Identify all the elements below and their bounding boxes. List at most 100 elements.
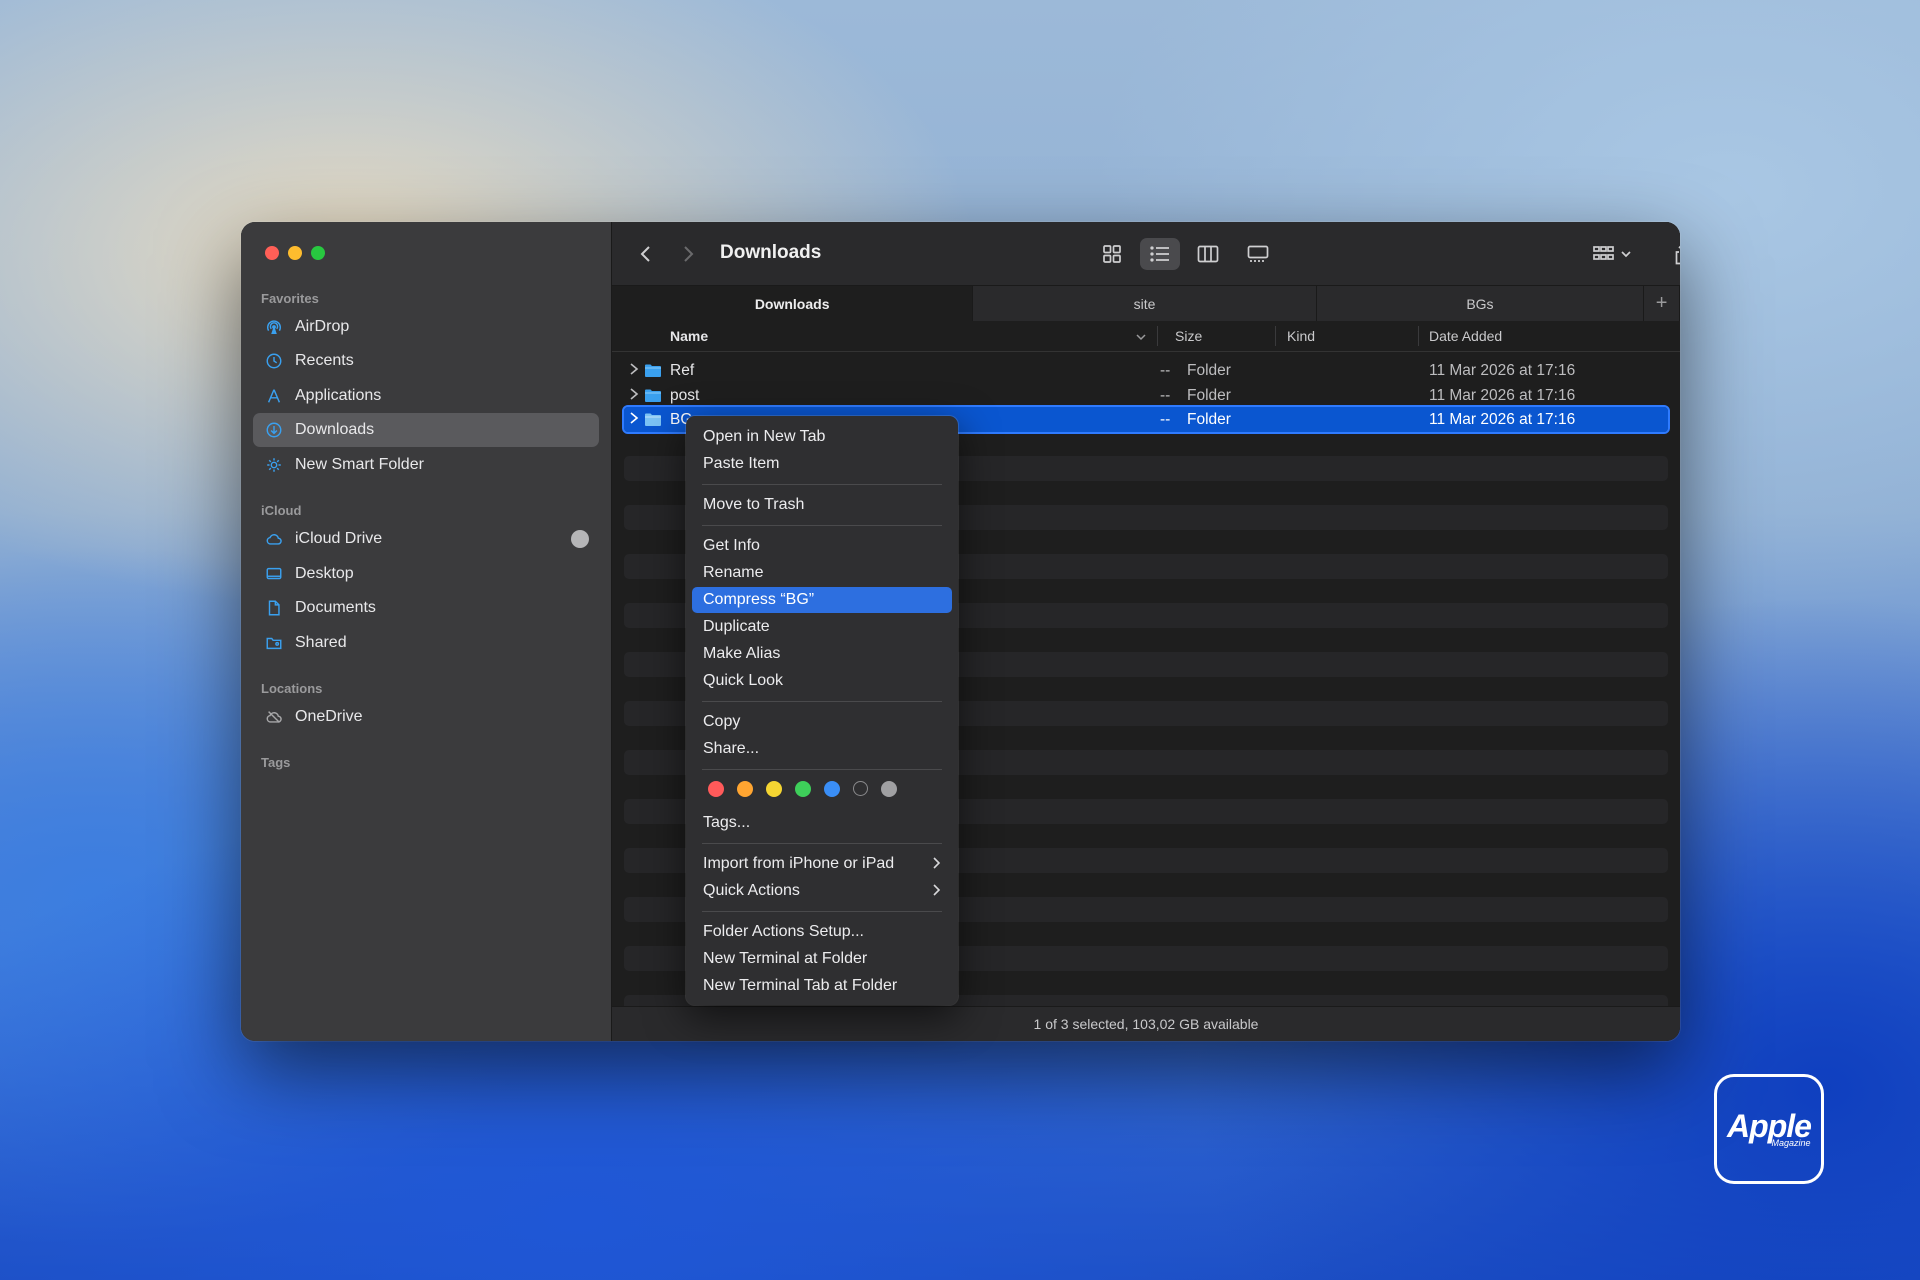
menu-item-share[interactable]: Share... — [692, 736, 952, 762]
menu-item-make-alias[interactable]: Make Alias — [692, 641, 952, 667]
group-grid-chevron-icon — [1593, 246, 1631, 260]
sidebar-item-label: New Smart Folder — [295, 456, 424, 473]
sidebar-item-label: Recents — [295, 352, 354, 369]
menu-item-quick-actions[interactable]: Quick Actions — [692, 878, 952, 904]
tag-none[interactable] — [853, 781, 868, 796]
sidebar: Favorites AirDrop Recents Applications D… — [241, 222, 612, 1041]
share-button[interactable] — [1668, 238, 1680, 270]
context-menu: Open in New Tab Paste Item Move to Trash… — [686, 416, 958, 1005]
menu-item-import-from-iphone[interactable]: Import from iPhone or iPad — [692, 851, 952, 877]
menu-item-compress[interactable]: Compress “BG” — [692, 587, 952, 613]
column-view-button[interactable] — [1192, 238, 1224, 270]
sidebar-item-new-smart-folder[interactable]: New Smart Folder — [253, 448, 599, 482]
file-date-added: 11 Mar 2026 at 17:16 — [1429, 411, 1576, 428]
new-tab-button[interactable]: + — [1644, 286, 1680, 321]
sidebar-item-label: OneDrive — [295, 708, 363, 725]
finder-window: Favorites AirDrop Recents Applications D… — [241, 222, 1680, 1041]
sidebar-item-applications[interactable]: Applications — [253, 379, 599, 413]
tab-bgs[interactable]: BGs — [1317, 286, 1645, 321]
tag-orange[interactable] — [737, 781, 753, 797]
menu-item-copy[interactable]: Copy — [692, 709, 952, 735]
zoom-button[interactable] — [311, 246, 325, 260]
menu-item-label: Import from iPhone or iPad — [703, 855, 895, 872]
clock-icon — [263, 350, 285, 372]
menu-item-open-in-new-tab[interactable]: Open in New Tab — [692, 424, 952, 450]
menu-item-new-terminal-at-folder[interactable]: New Terminal at Folder — [692, 946, 952, 972]
column-size[interactable]: Size — [1175, 328, 1202, 344]
icon-view-button[interactable] — [1096, 238, 1128, 270]
menu-item-label: Quick Actions — [703, 882, 800, 899]
file-kind: Folder — [1187, 386, 1231, 404]
sidebar-heading-tags: Tags — [261, 755, 291, 770]
folder-icon — [644, 412, 662, 432]
sidebar-item-desktop[interactable]: Desktop — [253, 557, 599, 591]
disclosure-chevron-icon[interactable] — [628, 411, 640, 430]
grid-icon — [1103, 245, 1121, 263]
sidebar-item-airdrop[interactable]: AirDrop — [253, 310, 599, 344]
sidebar-item-label: Shared — [295, 634, 347, 651]
tag-blue[interactable] — [824, 781, 840, 797]
sidebar-item-downloads[interactable]: Downloads — [253, 413, 599, 447]
window-controls — [265, 246, 325, 260]
tag-red[interactable] — [708, 781, 724, 797]
icloud-progress-indicator — [571, 530, 589, 548]
close-button[interactable] — [265, 246, 279, 260]
sidebar-item-label: Documents — [295, 599, 376, 616]
watermark-sub: Magazine — [1771, 1138, 1811, 1148]
menu-item-quick-look[interactable]: Quick Look — [692, 668, 952, 694]
sidebar-item-icloud-drive[interactable]: iCloud Drive — [253, 522, 599, 556]
file-kind: Folder — [1187, 362, 1231, 379]
gallery-icon — [1247, 245, 1269, 262]
forward-button[interactable] — [676, 242, 700, 266]
menu-item-new-terminal-tab-at-folder[interactable]: New Terminal Tab at Folder — [692, 973, 952, 999]
disclosure-chevron-icon[interactable] — [628, 387, 640, 406]
desktop-icon — [263, 563, 285, 585]
back-button[interactable] — [634, 242, 658, 266]
sidebar-item-recents[interactable]: Recents — [253, 344, 599, 378]
sidebar-heading-icloud: iCloud — [261, 503, 302, 518]
menu-item-duplicate[interactable]: Duplicate — [692, 614, 952, 640]
column-kind[interactable]: Kind — [1287, 328, 1315, 344]
column-date-added[interactable]: Date Added — [1429, 328, 1502, 344]
gallery-view-button[interactable] — [1242, 238, 1274, 270]
menu-item-rename[interactable]: Rename — [692, 560, 952, 586]
folder-icon — [644, 388, 662, 408]
sort-chevron-icon[interactable] — [1135, 329, 1147, 345]
list-view-button[interactable] — [1140, 238, 1180, 270]
airdrop-icon — [263, 316, 285, 338]
table-row[interactable]: post -- Folder 11 Mar 2026 at 17:16 — [624, 383, 1668, 408]
menu-item-tags[interactable]: Tags... — [692, 810, 952, 836]
file-name: Ref — [670, 362, 695, 379]
tag-gray[interactable] — [881, 781, 897, 797]
sidebar-item-shared[interactable]: Shared — [253, 626, 599, 660]
tab-site[interactable]: site — [973, 286, 1317, 321]
tab-downloads[interactable]: Downloads — [612, 286, 974, 321]
tag-green[interactable] — [795, 781, 811, 797]
sidebar-item-label: Applications — [295, 387, 382, 404]
disclosure-chevron-icon[interactable] — [628, 362, 640, 381]
sidebar-item-onedrive[interactable]: OneDrive — [253, 700, 599, 734]
menu-item-move-to-trash[interactable]: Move to Trash — [692, 492, 952, 518]
download-icon — [263, 419, 285, 441]
file-date-added: 11 Mar 2026 at 17:16 — [1429, 362, 1576, 379]
menu-item-get-info[interactable]: Get Info — [692, 533, 952, 559]
file-size: -- — [1160, 411, 1171, 428]
file-size: -- — [1160, 362, 1171, 379]
cloud-icon — [263, 528, 285, 550]
column-name[interactable]: Name — [670, 328, 708, 344]
menu-item-paste-item[interactable]: Paste Item — [692, 451, 952, 477]
menu-item-folder-actions-setup[interactable]: Folder Actions Setup... — [692, 919, 952, 945]
sidebar-item-documents[interactable]: Documents — [253, 591, 599, 625]
group-by-button[interactable] — [1589, 238, 1639, 270]
sidebar-heading-favorites: Favorites — [261, 291, 319, 306]
file-size: -- — [1160, 386, 1171, 404]
minimize-button[interactable] — [288, 246, 302, 260]
table-row[interactable]: Ref -- Folder 11 Mar 2026 at 17:16 — [624, 358, 1668, 383]
file-name: post — [670, 386, 700, 404]
window-title: Downloads — [720, 242, 822, 263]
chevron-right-icon — [684, 246, 694, 262]
folder-icon — [644, 363, 662, 383]
list-icon — [1150, 246, 1169, 262]
tag-yellow[interactable] — [766, 781, 782, 797]
cloud-slash-icon — [263, 706, 285, 728]
